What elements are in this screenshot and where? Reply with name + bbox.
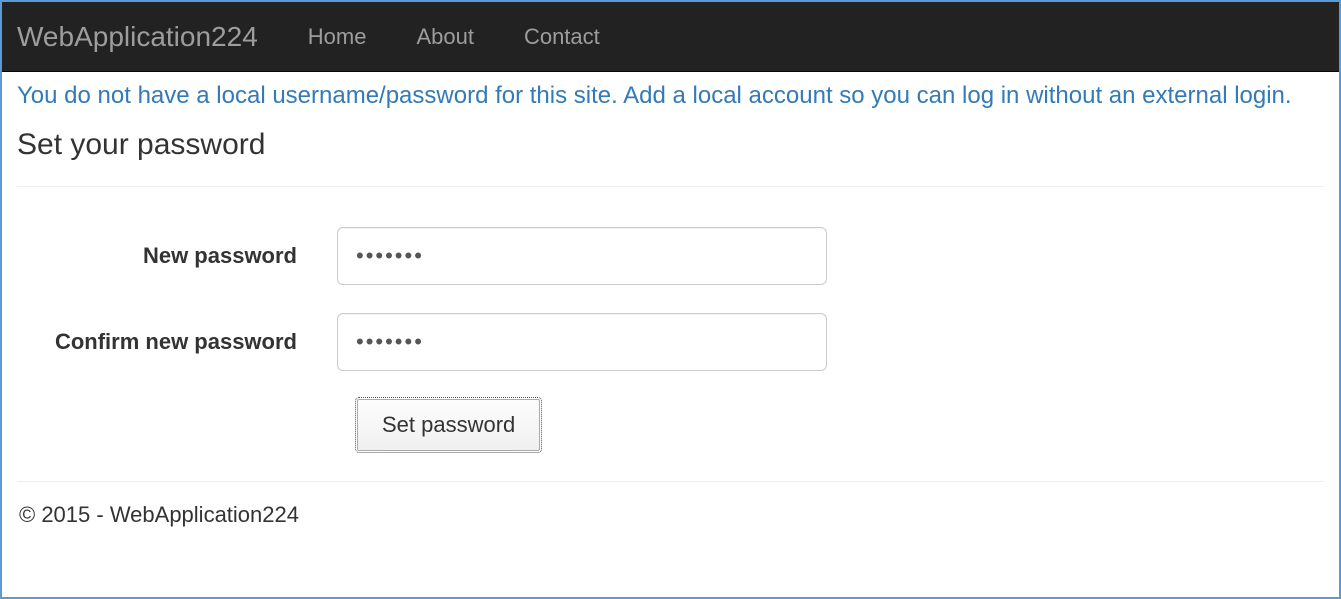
info-text: You do not have a local username/passwor… (17, 82, 1324, 110)
page-title: Set your password (17, 128, 1324, 162)
set-password-button[interactable]: Set password (357, 399, 540, 451)
confirm-password-label: Confirm new password (17, 329, 337, 355)
nav-home[interactable]: Home (283, 14, 392, 60)
form-group-new-password: New password (17, 227, 1324, 285)
footer-divider (17, 481, 1324, 482)
navbar: WebApplication224 Home About Contact (2, 2, 1339, 72)
navbar-brand[interactable]: WebApplication224 (17, 21, 273, 53)
divider (17, 186, 1324, 187)
new-password-input[interactable] (337, 227, 827, 285)
set-password-form: New password Confirm new password Set pa… (17, 217, 1324, 451)
confirm-password-input[interactable] (337, 313, 827, 371)
nav-contact[interactable]: Contact (499, 14, 625, 60)
new-password-label: New password (17, 243, 337, 269)
footer-text: © 2015 - WebApplication224 (17, 502, 1324, 538)
nav-about[interactable]: About (391, 14, 499, 60)
navbar-nav: Home About Contact (283, 14, 625, 60)
form-group-confirm-password: Confirm new password (17, 313, 1324, 371)
